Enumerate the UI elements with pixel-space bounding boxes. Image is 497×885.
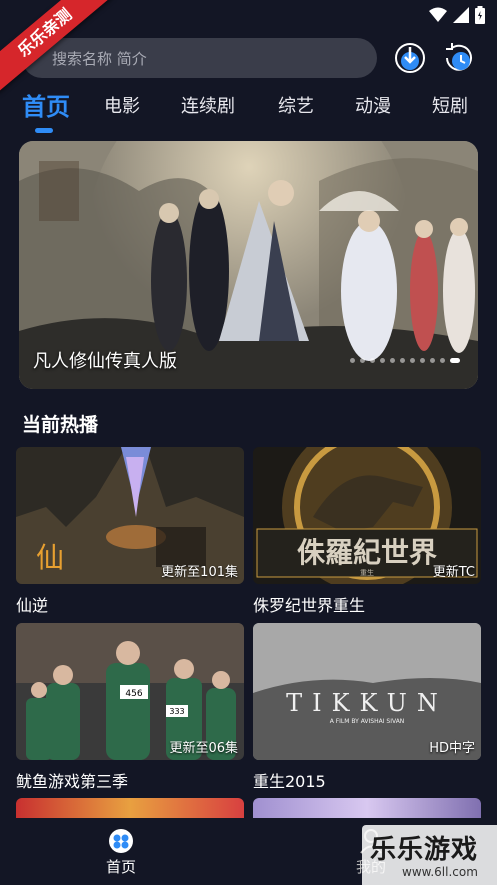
- wifi-icon: [429, 7, 447, 22]
- poster-title-text: TIKKUN: [286, 689, 448, 717]
- pager-dot: [410, 358, 415, 363]
- watermark-logo-text: 乐乐游戏: [370, 835, 479, 865]
- video-thumbnail: 456 333 更新至06集: [16, 623, 244, 760]
- search-input[interactable]: 搜索名称 简介: [22, 38, 377, 78]
- video-card-partial[interactable]: [253, 798, 481, 818]
- section-title-hot: 当前热播: [22, 414, 99, 436]
- video-card[interactable]: TIKKUN A FILM BY AVISHAI SIVAN HD中字 重生20…: [253, 623, 481, 792]
- pager-dot: [400, 358, 405, 363]
- tab-anime[interactable]: 动漫: [355, 90, 391, 124]
- poster-subtitle-text: A FILM BY AVISHAI SIVAN: [330, 718, 405, 725]
- download-icon[interactable]: [394, 42, 426, 74]
- video-card-partial[interactable]: [16, 798, 244, 818]
- video-card[interactable]: 侏羅紀世界 重生 更新TC 侏罗纪世界重生: [253, 447, 481, 616]
- signal-icon: [453, 7, 469, 23]
- pager-dot-active: [450, 358, 460, 363]
- category-tabs: 首页 电影 连续剧 综艺 动漫 短剧: [0, 90, 497, 130]
- pager-dot: [420, 358, 425, 363]
- pager-dot: [440, 358, 445, 363]
- video-card[interactable]: 456 333 更新至06集 鱿鱼游戏第三季: [16, 623, 244, 792]
- watermark-url: www.6ll.com: [402, 865, 478, 879]
- tab-short-drama[interactable]: 短剧: [432, 90, 468, 124]
- search-placeholder: 搜索名称 简介: [52, 49, 147, 68]
- poster-title-text: 侏羅紀世界: [297, 536, 437, 569]
- pager-dot: [380, 358, 385, 363]
- pager-dot: [370, 358, 375, 363]
- video-title: 重生2015: [253, 772, 326, 791]
- site-watermark: 乐乐游戏 www.6ll.com: [362, 825, 497, 885]
- banner-pager: [350, 358, 460, 363]
- video-thumbnail: TIKKUN A FILM BY AVISHAI SIVAN HD中字: [253, 623, 481, 760]
- pager-dot: [360, 358, 365, 363]
- poster-subtitle-text: 重生: [360, 568, 374, 577]
- nav-home-label: 首页: [106, 858, 137, 876]
- tab-movies[interactable]: 电影: [104, 90, 140, 124]
- tab-series[interactable]: 连续剧: [181, 90, 235, 124]
- poster-number-text: 456: [125, 689, 142, 699]
- battery-icon: [475, 6, 485, 24]
- video-title: 侏罗纪世界重生: [253, 596, 366, 615]
- video-title: 仙逆: [16, 596, 49, 615]
- history-icon[interactable]: [443, 42, 475, 74]
- nav-home[interactable]: 首页: [106, 828, 136, 877]
- pager-dot: [350, 358, 355, 363]
- update-badge: 更新至06集: [169, 741, 238, 756]
- update-badge: 更新至101集: [161, 565, 238, 580]
- home-icon: [109, 829, 133, 853]
- tab-variety[interactable]: 综艺: [278, 90, 314, 124]
- video-card[interactable]: 仙 更新至101集 仙逆: [16, 447, 244, 616]
- pager-dot: [390, 358, 395, 363]
- quality-badge: HD中字: [429, 741, 475, 756]
- poster-calligraphy: 仙: [36, 541, 64, 574]
- video-title: 鱿鱼游戏第三季: [16, 772, 129, 791]
- tab-home[interactable]: 首页: [22, 90, 70, 124]
- update-badge: 更新TC: [432, 565, 475, 580]
- pager-dot: [430, 358, 435, 363]
- video-thumbnail: 侏羅紀世界 重生 更新TC: [253, 447, 481, 584]
- banner-title: 凡人修仙传真人版: [33, 351, 177, 372]
- poster-number-text: 333: [169, 707, 184, 716]
- active-tab-indicator: [35, 128, 53, 133]
- hero-banner[interactable]: 凡人修仙传真人版: [19, 141, 478, 389]
- video-thumbnail: 仙 更新至101集: [16, 447, 244, 584]
